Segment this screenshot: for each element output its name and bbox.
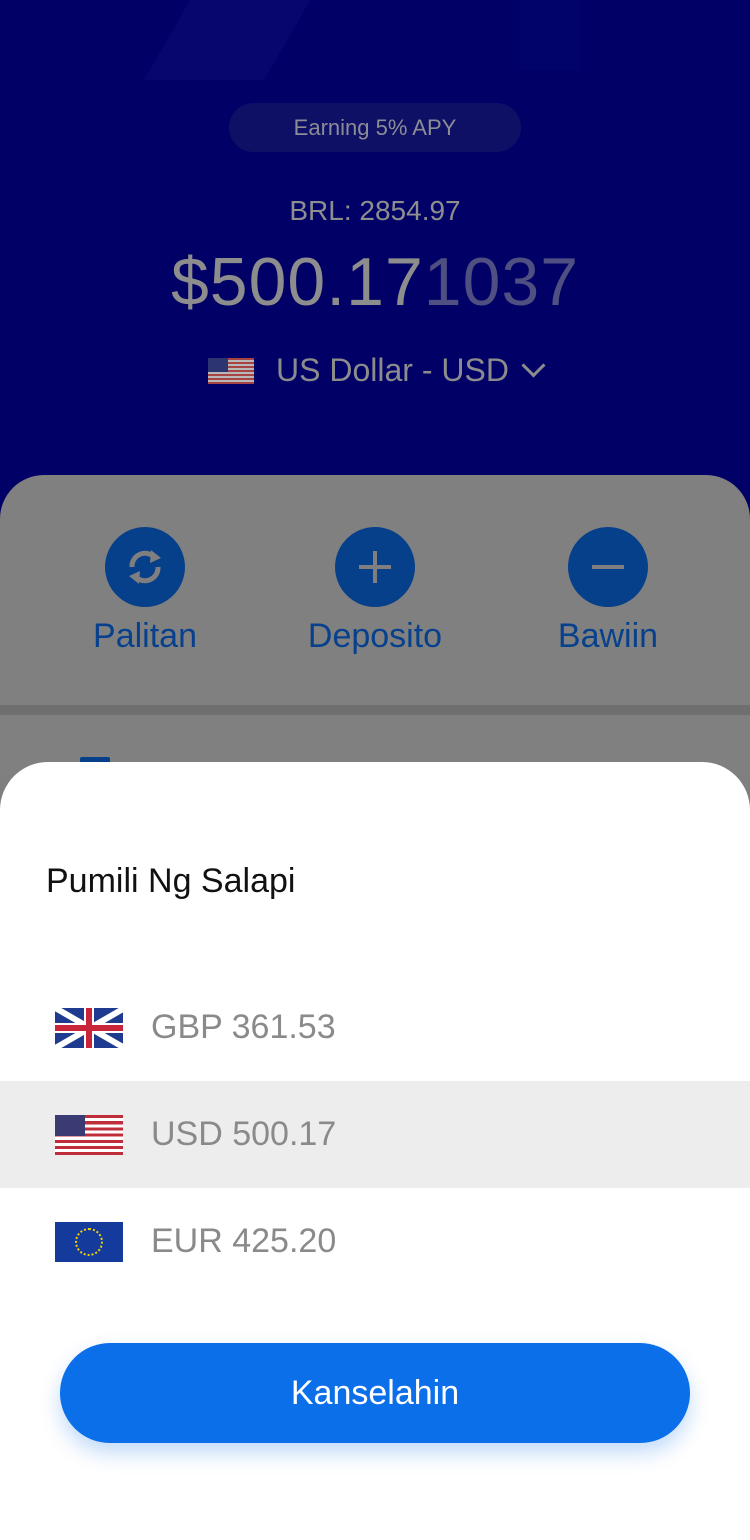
uk-flag-icon <box>55 1007 123 1048</box>
us-flag-icon <box>55 1114 123 1155</box>
swap-label: Palitan <box>93 617 197 655</box>
balance-main: $500.17 <box>170 244 424 320</box>
currency-option-gbp[interactable]: GBP 361.53 <box>0 974 750 1081</box>
background-decoration <box>520 0 580 70</box>
currency-option-usd[interactable]: USD 500.17 <box>0 1081 750 1188</box>
deposit-label: Deposito <box>307 617 443 655</box>
currency-option-label: GBP 361.53 <box>151 1008 336 1046</box>
apy-badge: Earning 5% APY <box>229 103 521 152</box>
background-decoration <box>144 0 316 80</box>
chevron-down-icon <box>521 353 546 378</box>
withdraw-button[interactable]: Bawiin <box>518 527 698 656</box>
currency-option-eur[interactable]: EUR 425.20 <box>0 1188 750 1295</box>
swap-button[interactable]: Palitan <box>55 527 235 656</box>
eu-flag-icon <box>55 1221 123 1262</box>
currency-label: US Dollar - USD <box>276 352 509 388</box>
currency-picker-sheet: Pumili Ng Salapi GBP 361.53 USD 500.17 E… <box>0 762 750 1540</box>
cancel-button[interactable]: Kanselahin <box>60 1343 690 1443</box>
minus-icon <box>568 527 648 607</box>
currency-selector[interactable]: US Dollar - USD <box>0 352 750 389</box>
balance-header: Earning 5% APY BRL: 2854.97 $500.171037 … <box>0 0 750 520</box>
withdraw-label: Bawiin <box>557 617 659 655</box>
swap-icon <box>105 527 185 607</box>
deposit-button[interactable]: Deposito <box>285 527 465 656</box>
balance-fraction: 1037 <box>423 244 580 320</box>
section-divider <box>0 705 750 715</box>
balance-amount: $500.171037 <box>0 242 750 322</box>
currency-option-label: USD 500.17 <box>151 1115 337 1153</box>
brl-equivalent: BRL: 2854.97 <box>289 195 461 226</box>
plus-icon <box>335 527 415 607</box>
sheet-title: Pumili Ng Salapi <box>46 862 296 900</box>
actions-panel: Palitan Deposito Bawiin <box>0 475 750 775</box>
us-flag-icon <box>208 357 255 384</box>
currency-option-label: EUR 425.20 <box>151 1222 337 1260</box>
